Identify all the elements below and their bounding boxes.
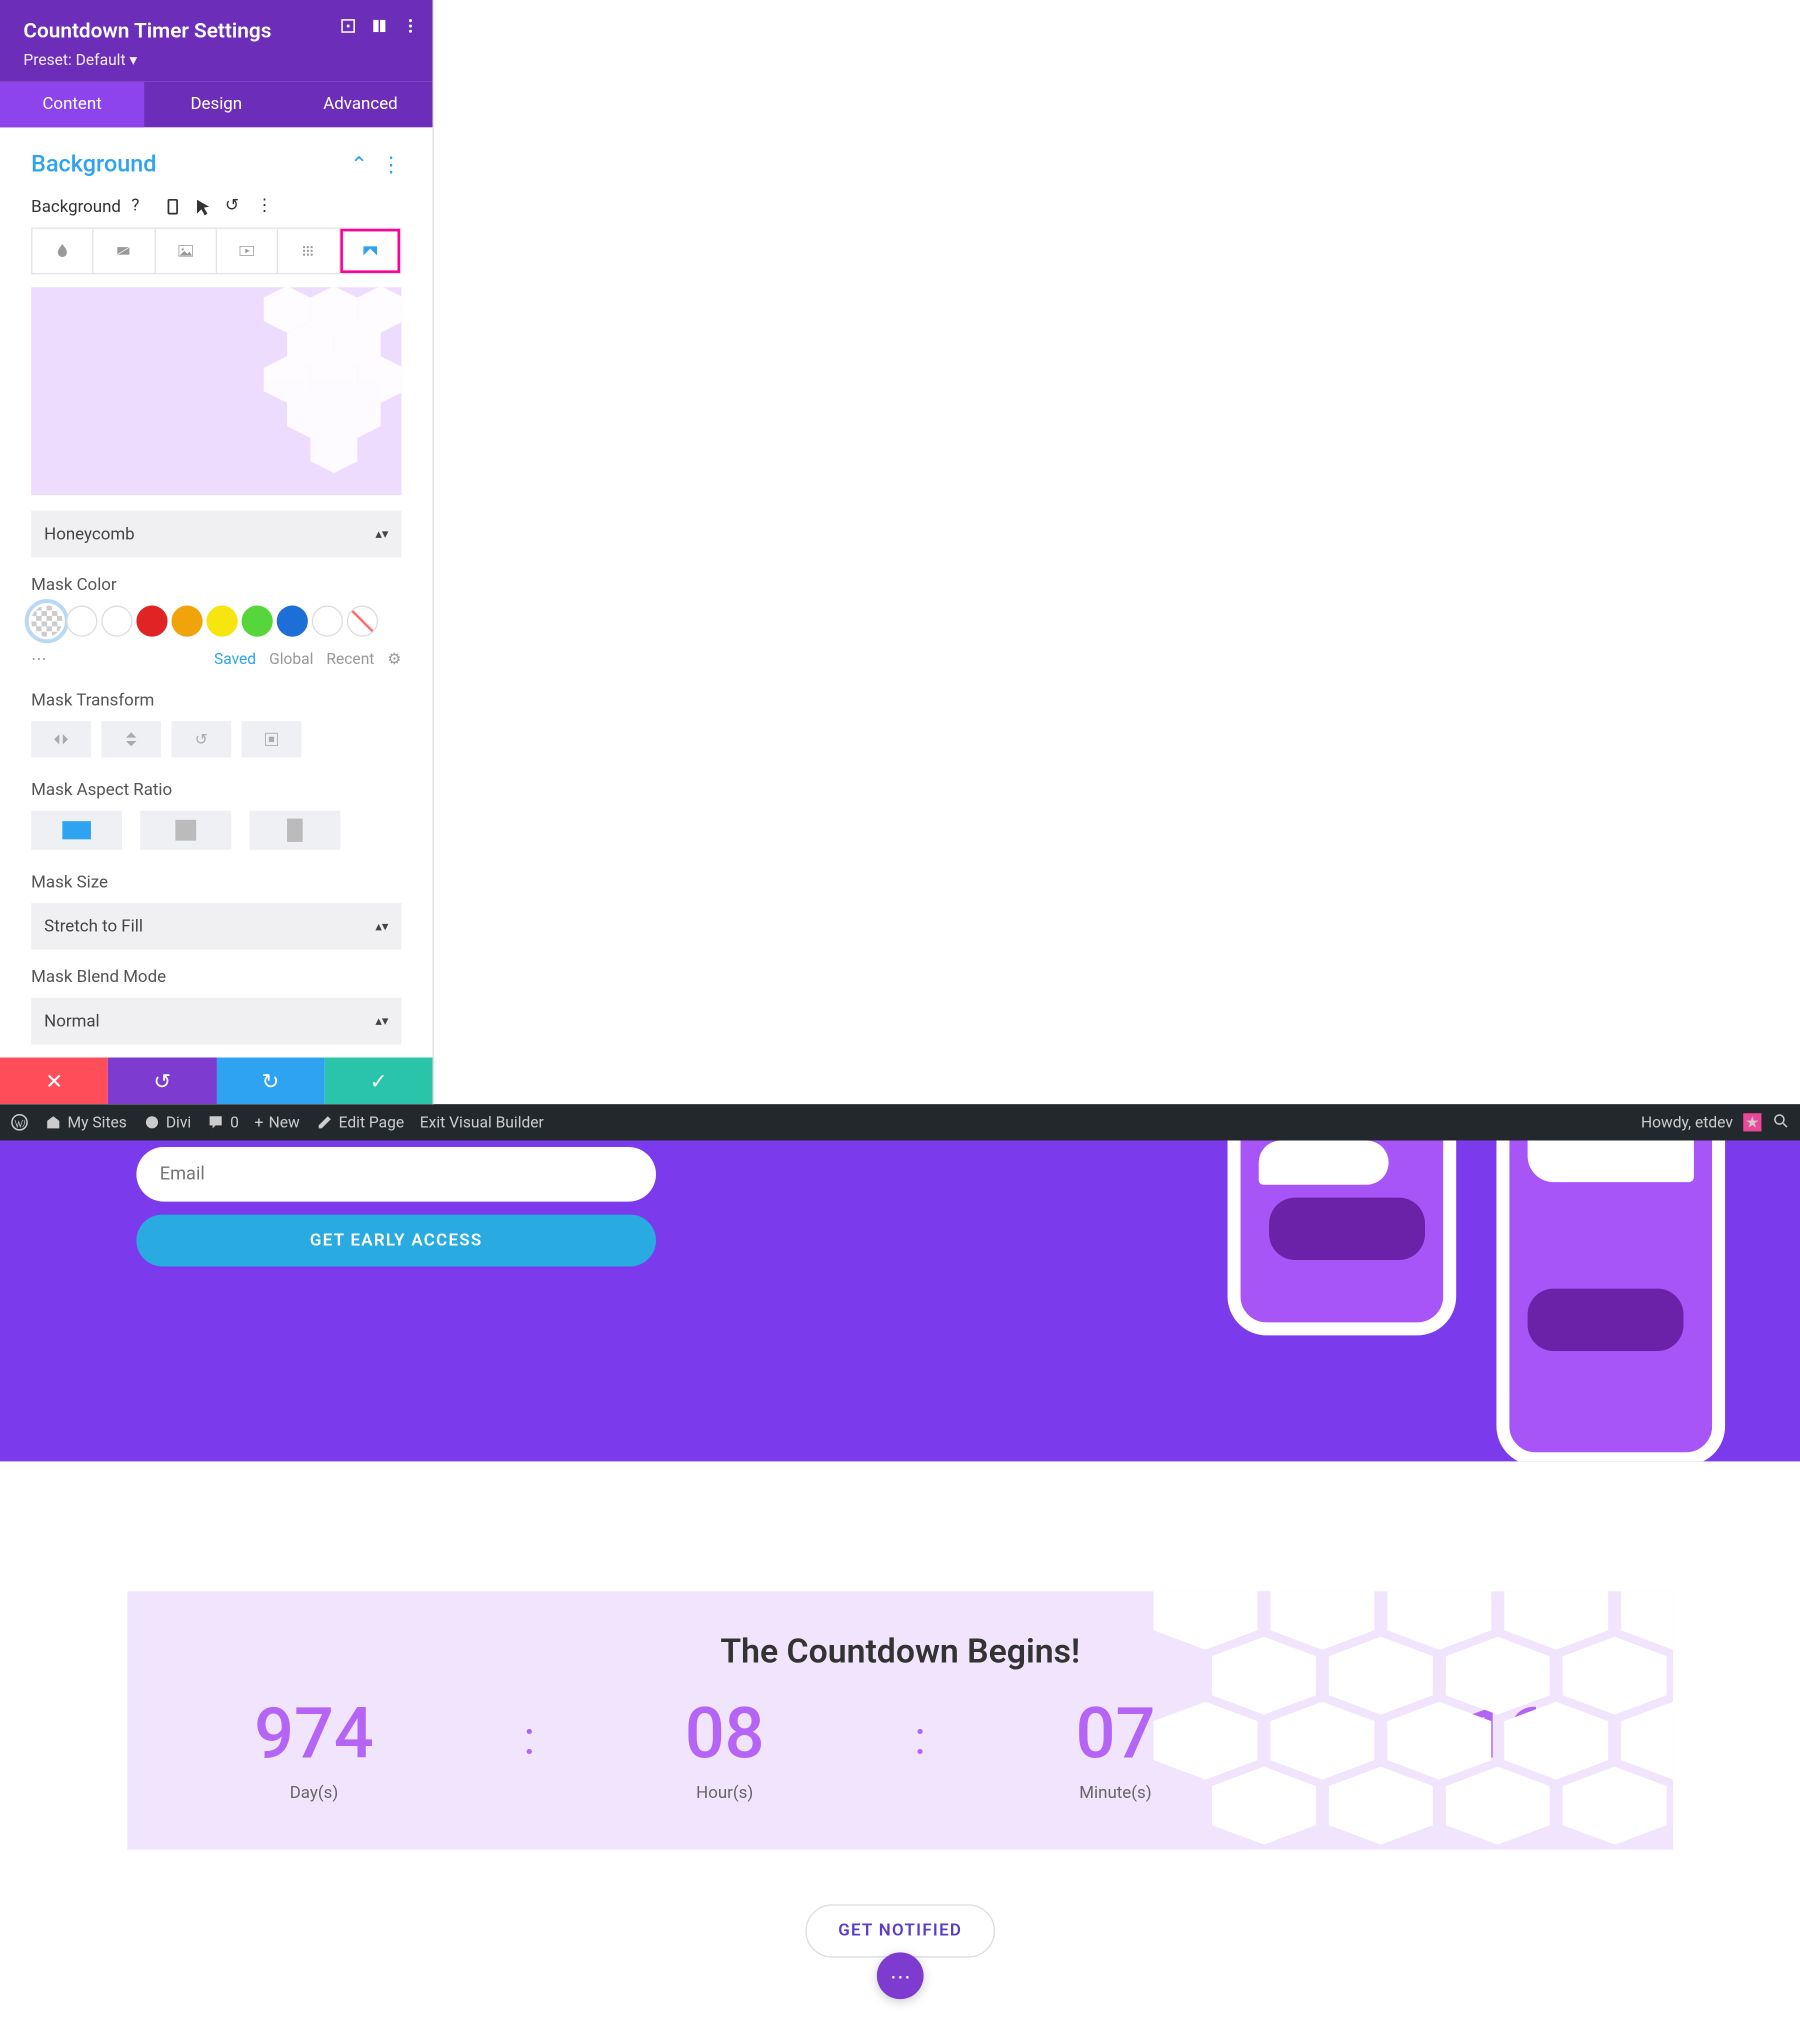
aspect-square-button[interactable]	[140, 811, 231, 850]
expand-icon[interactable]	[370, 16, 388, 34]
sidebar-header: Countdown Timer Settings Preset: Default…	[0, 0, 433, 82]
bg-tab-color[interactable]	[32, 229, 93, 273]
mask-blend-select[interactable]: Normal▴▾	[31, 998, 401, 1045]
tab-design[interactable]: Design	[144, 82, 288, 127]
countdown-module[interactable]: The Countdown Begins! 974Day(s) : 08Hour…	[127, 1591, 1673, 1850]
mask-size-select[interactable]: Stretch to Fill▴▾	[31, 903, 401, 950]
swatch-white-1[interactable]	[66, 605, 97, 636]
collapse-icon[interactable]: ⌃	[350, 152, 367, 177]
reset-icon[interactable]: ↺	[225, 196, 246, 217]
transform-flip-h-button[interactable]	[31, 721, 91, 757]
background-type-tabs	[31, 227, 401, 274]
transform-invert-button[interactable]	[242, 721, 302, 757]
chat-bubble	[1528, 1141, 1694, 1183]
pattern-select[interactable]: Honeycomb▴▾	[31, 511, 401, 558]
swatch-yellow[interactable]	[207, 605, 238, 636]
bg-tab-image[interactable]	[155, 229, 216, 273]
swatch-white-3[interactable]	[312, 605, 343, 636]
get-early-access-button[interactable]: GET EARLY ACCESS	[136, 1215, 656, 1267]
transform-flip-v-button[interactable]	[101, 721, 161, 757]
edit-page-link[interactable]: Edit Page	[315, 1113, 404, 1131]
days-label: Day(s)	[254, 1784, 374, 1803]
palette-saved[interactable]: Saved	[214, 650, 256, 668]
separator: :	[524, 1711, 535, 1766]
page-canvas: GET EARLY ACCESS	[0, 1141, 1800, 2036]
settings-tabs: Content Design Advanced	[0, 82, 433, 127]
palette-recent[interactable]: Recent	[326, 650, 374, 668]
wp-admin-bar: My Sites Divi 0 + New Edit Page Exit Vis…	[0, 1104, 1800, 1140]
aspect-portrait-button[interactable]	[249, 811, 340, 850]
my-sites-link[interactable]: My Sites	[44, 1113, 127, 1131]
settings-sidebar: Countdown Timer Settings Preset: Default…	[0, 0, 434, 1104]
device-icon[interactable]	[163, 196, 184, 217]
phone-mockup-2	[1496, 1141, 1725, 1462]
field-more-icon[interactable]: ⋮	[256, 196, 277, 217]
phone-mockup-1	[1228, 1141, 1457, 1336]
howdy-user[interactable]: Howdy, etdev	[1641, 1113, 1733, 1131]
palette-settings-icon[interactable]: ⚙	[387, 650, 401, 668]
cancel-button[interactable]: ✕	[0, 1057, 108, 1104]
background-label: Background	[31, 197, 121, 216]
tab-advanced[interactable]: Advanced	[288, 82, 432, 127]
bg-tab-pattern[interactable]	[278, 229, 339, 273]
mask-blend-label: Mask Blend Mode	[31, 968, 401, 987]
wp-logo-icon[interactable]	[10, 1113, 28, 1131]
more-icon[interactable]	[401, 16, 419, 34]
section-title: Background	[31, 151, 156, 178]
save-button[interactable]: ✓	[324, 1057, 432, 1104]
help-icon[interactable]: ?	[131, 196, 152, 217]
tab-content[interactable]: Content	[0, 82, 144, 127]
exit-vb-link[interactable]: Exit Visual Builder	[420, 1113, 544, 1131]
hover-icon[interactable]	[194, 196, 215, 217]
swatch-green[interactable]	[242, 605, 273, 636]
swatch-red[interactable]	[136, 605, 167, 636]
mask-size-label: Mask Size	[31, 873, 401, 892]
new-link[interactable]: + New	[255, 1113, 300, 1131]
hero-section: GET EARLY ACCESS	[0, 1141, 1800, 1462]
swatch-transparent[interactable]	[31, 605, 62, 636]
comments-link[interactable]: 0	[207, 1113, 239, 1131]
transform-rotate-button[interactable]: ↺	[171, 721, 231, 757]
separator: :	[914, 1711, 925, 1766]
chat-bubble	[1528, 1289, 1684, 1351]
mask-transform-label: Mask Transform	[31, 691, 401, 710]
bg-tab-video[interactable]	[217, 229, 278, 273]
redo-button[interactable]: ↻	[216, 1057, 324, 1104]
hours-label: Hour(s)	[685, 1784, 765, 1803]
chat-bubble	[1259, 1141, 1389, 1185]
swatch-white-2[interactable]	[101, 605, 132, 636]
honeycomb-mask-icon	[1128, 1591, 1674, 1850]
bg-tab-gradient[interactable]	[94, 229, 155, 273]
mask-color-label: Mask Color	[31, 575, 401, 594]
chat-bubble	[1269, 1198, 1425, 1260]
undo-button[interactable]: ↺	[108, 1057, 216, 1104]
palette-global[interactable]: Global	[269, 650, 313, 668]
swatch-none[interactable]	[347, 605, 378, 636]
aspect-landscape-button[interactable]	[31, 811, 122, 850]
get-notified-button[interactable]: GET NOTIFIED	[806, 1904, 995, 1957]
honeycomb-preview-icon	[194, 287, 402, 495]
hours-value: 08	[685, 1700, 765, 1770]
more-swatches-icon[interactable]: ⋯	[31, 650, 47, 668]
swatch-orange[interactable]	[171, 605, 202, 636]
bg-tab-mask[interactable]	[340, 229, 400, 273]
days-value: 974	[254, 1700, 374, 1770]
mask-aspect-label: Mask Aspect Ratio	[31, 781, 401, 800]
search-icon[interactable]	[1772, 1111, 1790, 1133]
divi-link[interactable]: Divi	[142, 1113, 191, 1131]
background-preview[interactable]	[31, 287, 401, 495]
focus-icon[interactable]	[339, 16, 357, 34]
preset-select[interactable]: Preset: Default ▾	[23, 51, 409, 69]
section-more-icon[interactable]: ⋮	[381, 152, 402, 177]
swatch-blue[interactable]	[277, 605, 308, 636]
color-swatches	[31, 605, 401, 636]
email-input[interactable]	[136, 1147, 656, 1202]
avatar[interactable]: ★	[1743, 1113, 1761, 1131]
panel-body: Background ⌃ ⋮ Background ? ↺ ⋮	[0, 127, 433, 1104]
builder-fab-button[interactable]: ⋯	[877, 1952, 924, 1999]
